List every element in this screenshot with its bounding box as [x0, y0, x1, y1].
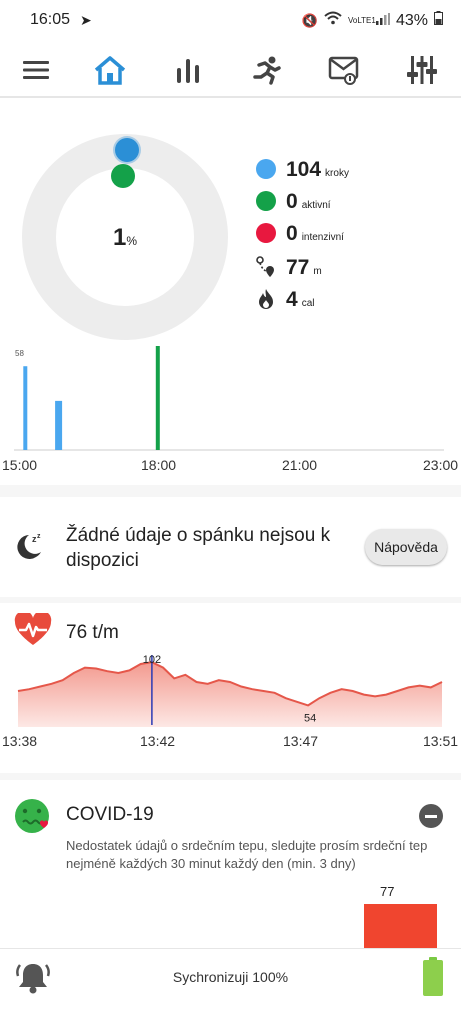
hr-tick-2: 13:42 — [140, 733, 176, 749]
stat-distance: 77 m — [256, 252, 322, 280]
covid-card: COVID-19 Nedostatek údajů o srdečním tep… — [0, 780, 461, 948]
top-toolbar — [0, 42, 461, 98]
steps-bar — [155, 346, 160, 450]
covid-title: COVID-19 — [66, 804, 154, 825]
heart-rate-min-label: 54 — [304, 712, 316, 724]
stat-intense: 0 intenzivní — [256, 220, 344, 246]
signal-icon — [375, 12, 390, 30]
section-divider — [0, 773, 461, 780]
stat-active: 0 aktivní — [256, 188, 331, 214]
sleep-message: Žádné údaje o spánku nejsou k dispozici — [66, 525, 331, 571]
notification-icon: ➤ — [80, 12, 92, 28]
wifi-icon — [324, 11, 342, 30]
hr-tick-3: 13:47 — [283, 733, 319, 749]
blue-dot-icon — [256, 159, 276, 179]
home-icon[interactable] — [90, 50, 130, 90]
covid-bar-label: 77 — [380, 884, 395, 899]
hr-tick-4: 13:51 — [423, 733, 459, 749]
steps-max-label: 58 — [15, 349, 24, 358]
battery-full-icon — [423, 957, 443, 996]
svg-text:z: z — [37, 533, 41, 540]
heart-rate-card: 76 t/m 102 54 13:38 13:42 13:47 13:51 — [0, 603, 461, 773]
steps-bar — [23, 366, 28, 450]
battery-percent: 43% — [395, 11, 428, 29]
steps-tick-18: 18:00 — [141, 457, 177, 473]
sleep-moon-icon: z z — [17, 533, 41, 559]
progress-percent: 1% — [112, 224, 138, 251]
bottom-bar: Sychronizuji 100% — [0, 948, 461, 1024]
steps-bar-chart[interactable]: 58 — [0, 340, 461, 452]
covid-bar — [364, 904, 437, 948]
flame-icon — [259, 289, 273, 309]
sync-status: Sychronizuji 100% — [172, 969, 289, 985]
heart-rate-chart[interactable]: 102 54 — [0, 649, 461, 729]
heart-rate-area — [18, 662, 442, 727]
status-time: 16:05 — [30, 11, 71, 28]
run-icon[interactable] — [246, 50, 286, 90]
battery-icon — [434, 11, 443, 30]
heart-rate-value: 76 t/m — [66, 622, 119, 643]
mute-icon: 🔇 — [301, 12, 318, 28]
heart-rate-max-label: 102 — [143, 654, 161, 666]
section-divider — [0, 485, 461, 497]
steps-tick-23: 23:00 — [423, 457, 459, 473]
settings-icon[interactable] — [402, 50, 442, 90]
message-icon[interactable] — [324, 50, 364, 90]
minus-icon — [425, 814, 437, 818]
activity-summary: 1% 104 kroky 0 aktivní 0 intenzivní 77 m 4 ca… — [0, 100, 461, 485]
help-button[interactable]: Nápověda — [365, 529, 447, 565]
green-dot-icon — [256, 191, 276, 211]
menu-icon[interactable] — [16, 50, 56, 90]
steps-bar — [55, 400, 63, 450]
distance-icon — [256, 256, 274, 277]
red-dot-icon — [256, 223, 276, 243]
covid-description: Nedostatek údajů o srdečním tepu, sleduj… — [66, 838, 428, 871]
hr-tick-1: 13:38 — [2, 733, 38, 749]
stats-icon[interactable] — [168, 50, 208, 90]
collapse-button[interactable] — [419, 804, 443, 828]
steps-tick-15: 15:00 — [2, 457, 38, 473]
stat-steps: 104 kroky — [256, 156, 349, 182]
stat-calories: 4 cal — [256, 284, 314, 312]
steps-tick-21: 21:00 — [282, 457, 318, 473]
sleep-card: z z Žádné údaje o spánku nejsou k dispoz… — [0, 497, 461, 597]
status-bar: 16:05 ➤ 🔇 VoLTE1 43% — [0, 0, 461, 42]
network-label: VoLTE1 — [347, 15, 376, 25]
covid-face-icon — [15, 799, 49, 833]
heart-icon — [14, 613, 52, 645]
